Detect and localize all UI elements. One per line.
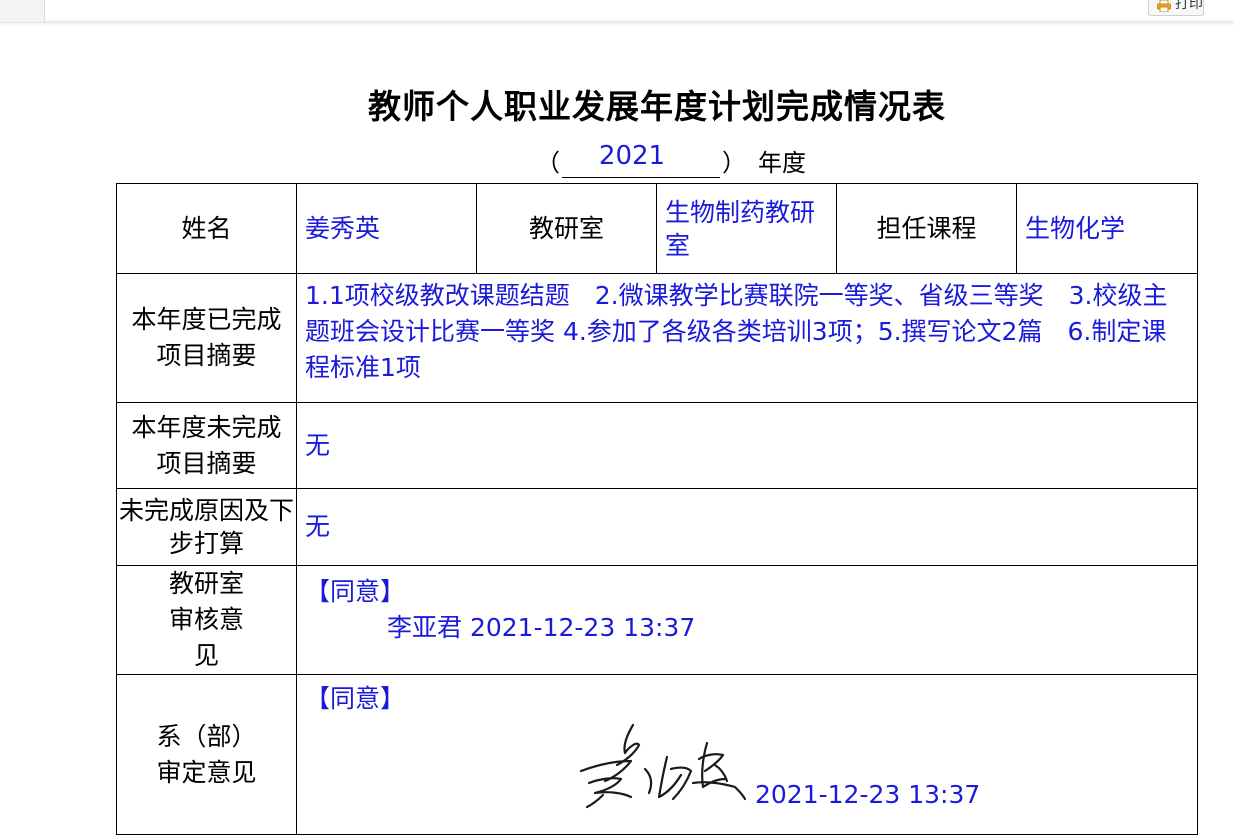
dept-review-opinion: 【同意】: [305, 577, 406, 606]
browser-toolbar: 打印: [0, 0, 1234, 23]
course-value: 生物化学: [1016, 183, 1198, 274]
table-row-basic-info: 姓名 姜秀英 教研室 生物制药教研室 担任课程 生物化学: [116, 183, 1198, 274]
faculty-review-opinion: 【同意】: [305, 684, 406, 713]
document-title: 教师个人职业发展年度计划完成情况表: [368, 87, 946, 126]
year-line: （ 2021 ） 年度: [536, 141, 806, 178]
print-button[interactable]: 打印: [1148, 0, 1204, 16]
toolbar-left-segment: [0, 0, 45, 22]
table-row-dept-review: 教研室审核意见 【同意】 李亚君 2021-12-23 13:37: [116, 565, 1198, 675]
year-field: 2021: [562, 141, 720, 178]
faculty-review-cell: 【同意】 2021-12-23 13:37: [296, 674, 1198, 835]
table-row-reason: 未完成原因及下步打算 无: [116, 488, 1198, 566]
dept-value: 生物制药教研室: [656, 183, 837, 274]
dept-review-cell: 【同意】 李亚君 2021-12-23 13:37: [296, 565, 1198, 675]
table-row-completed: 本年度已完成项目摘要 1.1项校级教改课题结题 2.微课教学比赛联院一等奖、省级…: [116, 273, 1198, 403]
year-value: 2021: [598, 141, 666, 171]
year-open-paren: （: [536, 149, 560, 177]
plan-completion-table: 姓名 姜秀英 教研室 生物制药教研室 担任课程 生物化学 本年度已完成项目摘要 …: [116, 183, 1198, 835]
uncompleted-label: 本年度未完成项目摘要: [116, 402, 297, 489]
completed-label: 本年度已完成项目摘要: [116, 273, 297, 403]
dept-review-signer: 李亚君 2021-12-23 13:37: [387, 613, 696, 642]
handwritten-signature: [579, 723, 747, 809]
uncompleted-value: 无: [296, 402, 1198, 489]
faculty-review-label: 系（部）审定意见: [116, 674, 297, 835]
reason-label: 未完成原因及下步打算: [116, 488, 297, 566]
print-label: 打印: [1175, 0, 1203, 12]
year-close-paren: ）: [722, 149, 746, 177]
course-label: 担任课程: [836, 183, 1017, 274]
faculty-review-date: 2021-12-23 13:37: [755, 780, 981, 809]
reason-value: 无: [296, 488, 1198, 566]
dept-review-label: 教研室审核意见: [116, 565, 297, 675]
table-row-faculty-review: 系（部）审定意见 【同意】 2021-12-23 13:37: [116, 674, 1198, 835]
name-value: 姜秀英: [296, 183, 477, 274]
printer-icon: [1157, 0, 1171, 12]
dept-label: 教研室: [476, 183, 657, 274]
toolbar-strip: [45, 0, 1234, 20]
table-row-uncompleted: 本年度未完成项目摘要 无: [116, 402, 1198, 489]
name-label: 姓名: [116, 183, 297, 274]
completed-value: 1.1项校级教改课题结题 2.微课教学比赛联院一等奖、省级三等奖 3.校级主题班…: [296, 273, 1198, 403]
year-label: 年度: [758, 149, 806, 177]
